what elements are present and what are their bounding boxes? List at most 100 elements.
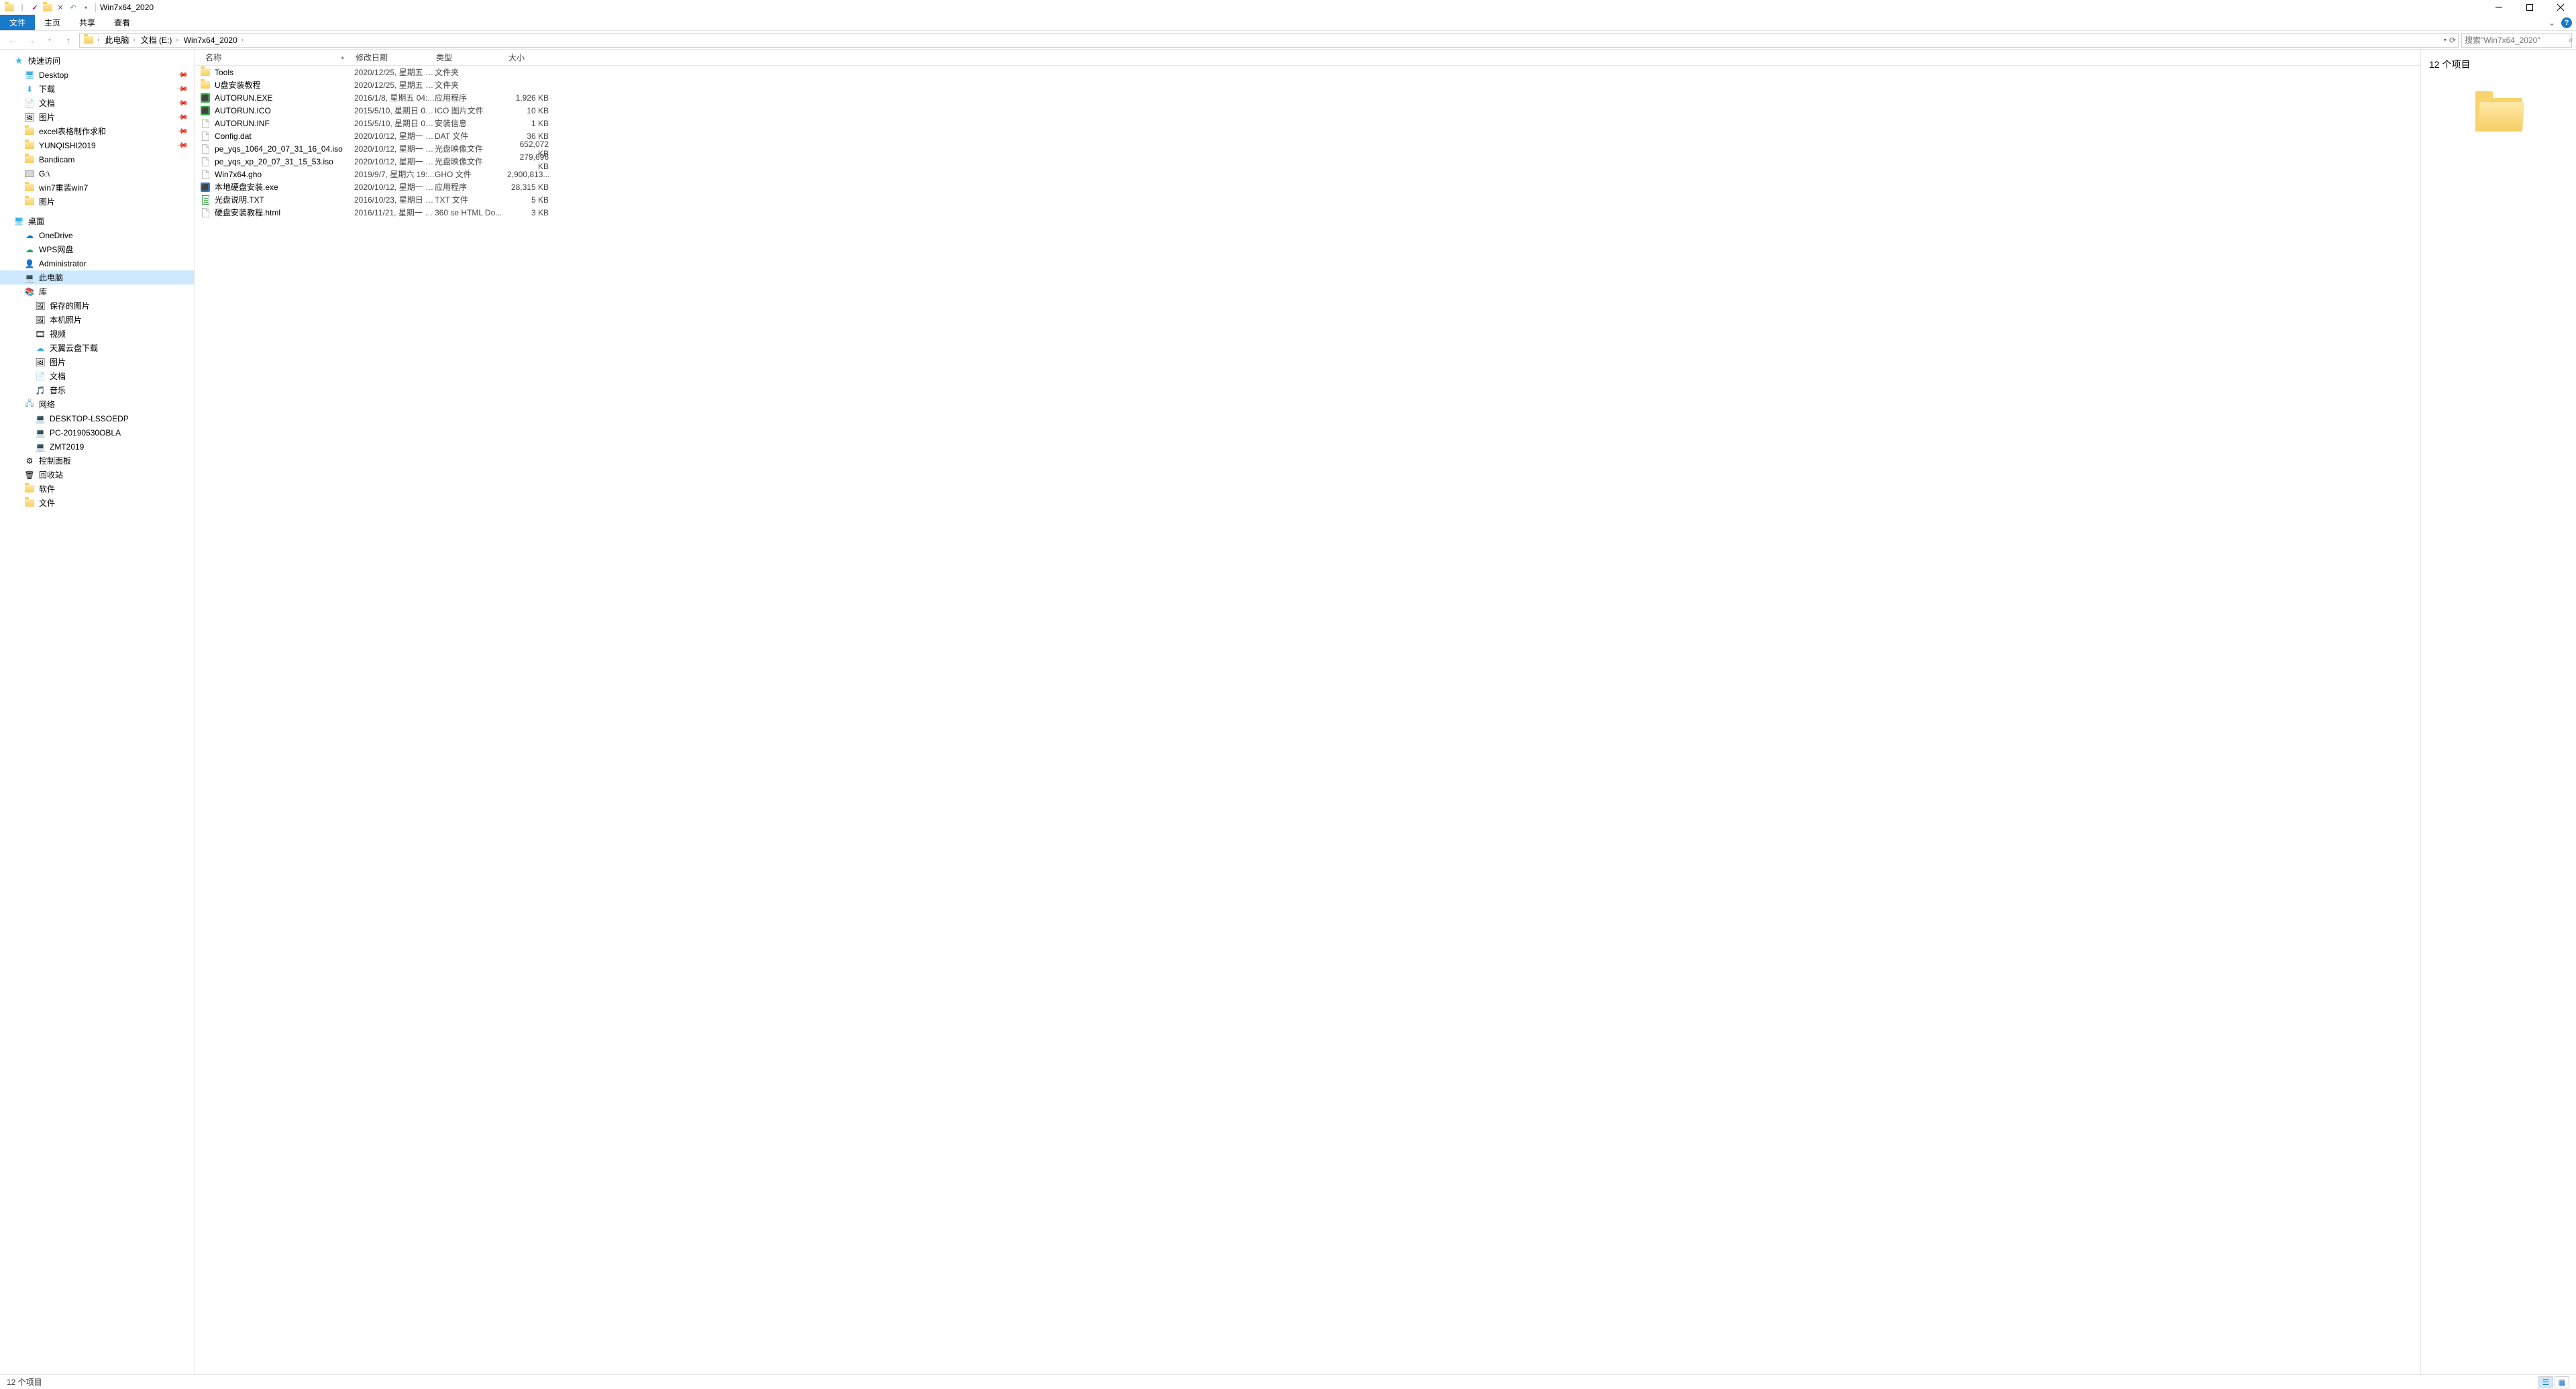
tree-libmusic[interactable]: 🎵音乐 <box>0 383 194 397</box>
tree-libraries[interactable]: 📚库 <box>0 285 194 299</box>
tree-thispc[interactable]: 💻此电脑 <box>0 270 194 285</box>
file-row[interactable]: pe_yqs_xp_20_07_31_15_53.iso2020/10/12, … <box>195 155 2420 168</box>
tree-recycle[interactable]: 🗑回收站 <box>0 468 194 482</box>
file-type: TXT 文件 <box>435 194 507 205</box>
address-dropdown-icon[interactable]: ▾ <box>2444 37 2447 43</box>
file-list: 名称▴ 修改日期 类型 大小 Tools2020/12/25, 星期五 1...… <box>195 50 2420 1374</box>
search-input[interactable] <box>2465 36 2569 45</box>
tree-libpics[interactable]: 🖼图片 <box>0 355 194 369</box>
file-row[interactable]: U盘安装教程2020/12/25, 星期五 1...文件夹 <box>195 79 2420 91</box>
tree-files[interactable]: 文件 <box>0 496 194 510</box>
tree-win7reinstall[interactable]: win7重装win7 <box>0 181 194 195</box>
tree-documents[interactable]: 📄文档📌 <box>0 96 194 110</box>
file-row[interactable]: 硬盘安装教程.html2016/11/21, 星期一 2...360 se HT… <box>195 206 2420 219</box>
chevron-right-icon[interactable]: › <box>131 36 136 44</box>
file-row[interactable]: ⬛AUTORUN.EXE2016/1/8, 星期五 04:...应用程序1,92… <box>195 91 2420 104</box>
crumb-root[interactable]: › <box>82 36 103 44</box>
tree-pc3[interactable]: 💻ZMT2019 <box>0 440 194 454</box>
search-box[interactable]: ⌕ <box>2461 33 2572 48</box>
close-button[interactable] <box>2545 0 2576 15</box>
undo-icon[interactable]: ↶ <box>68 2 78 13</box>
dropdown-icon[interactable]: ▾ <box>80 2 91 13</box>
file-rows[interactable]: Tools2020/12/25, 星期五 1...文件夹U盘安装教程2020/1… <box>195 66 2420 1374</box>
tree-pictures[interactable]: 🖼图片📌 <box>0 110 194 124</box>
tree-pc2[interactable]: 💻PC-20190530OBLA <box>0 425 194 440</box>
tree-localpics[interactable]: 🖼本机照片 <box>0 313 194 327</box>
nav-recent-dropdown[interactable]: ▾ <box>42 32 58 48</box>
tree-quickaccess[interactable]: ★快速访问 <box>0 54 194 68</box>
chevron-right-icon[interactable]: › <box>96 36 101 44</box>
tree-onedrive[interactable]: ☁OneDrive <box>0 228 194 242</box>
column-name[interactable]: 名称▴ <box>195 50 350 65</box>
file-row[interactable]: ⬛本地硬盘安装.exe2020/10/12, 星期一 1...应用程序28,31… <box>195 181 2420 193</box>
file-row[interactable]: Win7x64.gho2019/9/7, 星期六 19:...GHO 文件2,9… <box>195 168 2420 181</box>
pin-icon: 📌 <box>176 97 189 109</box>
tree-video[interactable]: 🎞视频 <box>0 327 194 341</box>
tree-controlpanel[interactable]: ⚙控制面板 <box>0 454 194 468</box>
tree-desktop-cn[interactable]: 🖥桌面 <box>0 214 194 228</box>
address-bar[interactable]: › 此电脑 › 文档 (E:) › Win7x64_2020 › ▾ ⟳ <box>79 33 2459 48</box>
pictures-icon: 🖼 <box>24 112 35 123</box>
file-icon: ⬛ <box>200 182 211 193</box>
column-type[interactable]: 类型 <box>431 50 503 65</box>
help-button[interactable]: ? <box>2561 17 2572 28</box>
tree-wps[interactable]: ☁WPS网盘 <box>0 242 194 256</box>
new-folder-icon[interactable] <box>42 2 53 13</box>
file-row[interactable]: Tools2020/12/25, 星期五 1...文件夹 <box>195 66 2420 79</box>
file-size: 3 KB <box>507 208 549 217</box>
tree-pictures2[interactable]: 图片 <box>0 195 194 209</box>
nav-forward-button[interactable]: → <box>23 32 39 48</box>
ribbon-tab-share[interactable]: 共享 <box>70 15 105 30</box>
folder-icon <box>24 183 35 193</box>
file-row[interactable]: AUTORUN.INF2015/5/10, 星期日 02...安装信息1 KB <box>195 117 2420 130</box>
folder-icon <box>2475 91 2522 132</box>
tree-libdocs[interactable]: 📄文档 <box>0 369 194 383</box>
chevron-right-icon[interactable]: › <box>240 36 245 44</box>
crumb-thispc[interactable]: 此电脑 › <box>103 34 138 46</box>
ribbon-tab-view[interactable]: 查看 <box>105 15 140 30</box>
view-details-button[interactable]: ☰ <box>2538 1376 2553 1388</box>
tree-yunqishi[interactable]: YUNQISHI2019📌 <box>0 138 194 152</box>
tree-downloads[interactable]: ⬇下载📌 <box>0 82 194 96</box>
crumb-drive[interactable]: 文档 (E:) › <box>139 34 182 46</box>
nav-tree[interactable]: ★快速访问 🖥Desktop📌 ⬇下载📌 📄文档📌 🖼图片📌 excel表格制作… <box>0 50 195 1374</box>
status-text: 12 个项目 <box>7 1376 42 1388</box>
crumb-folder[interactable]: Win7x64_2020 › <box>182 36 247 45</box>
expand-ribbon-icon[interactable]: ⌄ <box>2546 17 2557 28</box>
file-row[interactable]: ⬛AUTORUN.ICO2015/5/10, 星期日 02...ICO 图片文件… <box>195 104 2420 117</box>
nav-back-button[interactable]: ← <box>4 32 20 48</box>
file-size: 28,315 KB <box>507 183 549 192</box>
file-date: 2019/9/7, 星期六 19:... <box>354 168 435 180</box>
pin-icon: 📌 <box>176 139 189 152</box>
tree-bandicam[interactable]: Bandicam <box>0 152 194 166</box>
file-name: AUTORUN.INF <box>215 119 354 128</box>
file-type: ICO 图片文件 <box>435 105 507 116</box>
chevron-right-icon[interactable]: › <box>174 36 179 44</box>
controlpanel-icon: ⚙ <box>24 456 35 466</box>
refresh-icon[interactable]: ⟳ <box>2449 36 2456 45</box>
close-icon[interactable]: ✕ <box>55 2 66 13</box>
folder-icon <box>24 126 35 137</box>
column-size[interactable]: 大小 <box>503 50 550 65</box>
minimize-button[interactable] <box>2483 0 2514 15</box>
nav-up-button[interactable]: ↑ <box>60 32 76 48</box>
maximize-button[interactable] <box>2514 0 2545 15</box>
tree-desktop[interactable]: 🖥Desktop📌 <box>0 68 194 82</box>
file-row[interactable]: 光盘说明.TXT2016/10/23, 星期日 0...TXT 文件5 KB <box>195 193 2420 206</box>
tree-pc1[interactable]: 💻DESKTOP-LSSOEDP <box>0 411 194 425</box>
view-icons-button[interactable]: ▦ <box>2555 1376 2569 1388</box>
tree-savedpics[interactable]: 🖼保存的图片 <box>0 299 194 313</box>
properties-icon[interactable]: ✓ <box>30 2 40 13</box>
column-date[interactable]: 修改日期 <box>350 50 431 65</box>
tree-software[interactable]: 软件 <box>0 482 194 496</box>
tree-tianyi[interactable]: ☁天翼云盘下载 <box>0 341 194 355</box>
search-icon[interactable]: ⌕ <box>2569 35 2573 45</box>
file-date: 2015/5/10, 星期日 02... <box>354 105 435 116</box>
tree-gdrive[interactable]: G:\ <box>0 166 194 181</box>
ribbon-tab-home[interactable]: 主页 <box>35 15 70 30</box>
tree-admin[interactable]: 👤Administrator <box>0 256 194 270</box>
ribbon-tab-file[interactable]: 文件 <box>0 15 35 30</box>
tree-excel[interactable]: excel表格制作求和📌 <box>0 124 194 138</box>
qat-separator-icon: | <box>17 2 28 13</box>
tree-network[interactable]: 🖧网络 <box>0 397 194 411</box>
